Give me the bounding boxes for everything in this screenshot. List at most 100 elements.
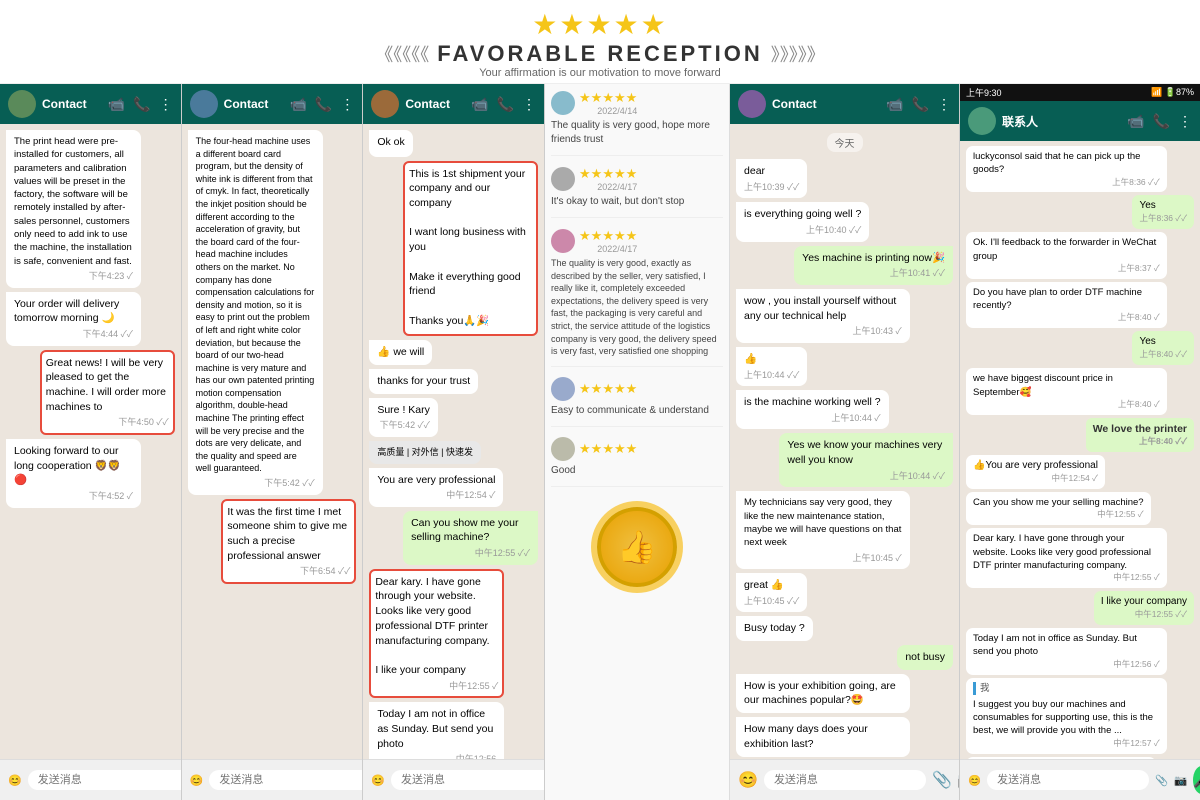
msg-text: Today I am not in office as Sunday. But … [377, 707, 496, 751]
main-title: FAVORABLE RECEPTION [437, 41, 763, 67]
chat-body-1: The print head were pre-installed for cu… [0, 124, 181, 759]
contact-name-3: Contact [405, 97, 465, 111]
msg-item: Can you show me your selling machine? 中午… [403, 511, 538, 565]
emoji-icon-right[interactable]: 😊 [968, 774, 981, 787]
msg-time: 中午12:56 ✓ [973, 659, 1160, 671]
msg-time: 上午8:40 ✓✓ [1139, 349, 1187, 361]
emoji-icon-center[interactable]: 😊 [738, 770, 758, 790]
thumbs-badge: 👍 [597, 507, 677, 587]
menu-icon-3[interactable]: ⋮ [522, 96, 536, 113]
review-item: ★★★★★ 2022/4/17 It's okay to wait, but d… [551, 166, 723, 218]
emoji-icon-3[interactable]: 😊 [371, 774, 385, 787]
menu-icon-r[interactable]: ⋮ [1178, 113, 1192, 130]
chat-input-bar-3: 😊 📎 📷 🎤 [363, 759, 544, 800]
center-chat-input-bar: 😊 📎 📷 🎤 [730, 759, 959, 800]
call-icon-r[interactable]: 📞 [1153, 113, 1170, 130]
message-input-3[interactable] [391, 770, 545, 790]
left-brackets: 《《《《《 [375, 41, 429, 67]
right-chat-body: luckyconsol said that he can pick up the… [960, 141, 1200, 759]
call-icon-c[interactable]: 📞 [912, 96, 929, 113]
msg-text: luckyconsol said that he can pick up the… [973, 150, 1160, 177]
right-contact-name: 联系人 [1002, 113, 1121, 130]
contact-name-2: Contact [224, 97, 284, 111]
msg-text: How many days does your exhibition last? [744, 722, 902, 751]
msg-text: Yes we know your machines very well you … [787, 438, 945, 467]
chat-header-2: Contact 📹 📞 ⋮ [182, 84, 363, 124]
call-icon-3[interactable]: 📞 [497, 96, 514, 113]
camera-icon-right[interactable]: 📷 [1174, 774, 1187, 787]
msg-text: Sure ! Kary [377, 403, 430, 418]
msg-time: 上午8:36 ✓✓ [973, 177, 1160, 189]
msg-text: we have biggest discount price in Septem… [973, 372, 1160, 399]
attach-icon-center[interactable]: 📎 [932, 770, 952, 790]
msg-text: Yes [1139, 335, 1187, 349]
message-input-center[interactable] [764, 770, 926, 790]
video-icon-r[interactable]: 📹 [1127, 113, 1144, 130]
review-avatar [551, 377, 575, 401]
status-icons: 📶 🔋87% [1151, 87, 1194, 98]
review-header: ★★★★★ [551, 437, 723, 461]
msg-time: 上午10:44 ✓ [744, 412, 881, 425]
msg-time: 中午12:55 ✓✓ [1101, 609, 1187, 621]
msg-item: Looking forward to our long cooperation … [6, 439, 141, 508]
chat-icons-2: 📹 📞 ⋮ [289, 96, 354, 113]
emoji-icon-2[interactable]: 😊 [190, 774, 204, 787]
chat-header-1: Contact 📹 📞 ⋮ [0, 84, 181, 124]
avatar-1 [8, 90, 36, 118]
chat-icons-1: 📹 📞 ⋮ [108, 96, 173, 113]
center-chat-header: Contact 📹 📞 ⋮ [730, 84, 959, 124]
msg-time: 中午12:56 [377, 753, 496, 759]
right-chat: 上午9:30 📶 🔋87% 联系人 📹 📞 ⋮ luckyconsol said… [960, 84, 1200, 800]
msg-time: 下午6:54 ✓✓ [227, 565, 350, 578]
video-icon-2[interactable]: 📹 [289, 96, 306, 113]
msg-text: 👍 [744, 352, 799, 367]
msg-item: My technicians say very good, they like … [736, 491, 910, 569]
msg-text: dear [744, 164, 799, 179]
message-input-1[interactable] [28, 770, 182, 790]
message-input-2[interactable] [209, 770, 363, 790]
msg-time: 上午8:36 ✓✓ [1139, 213, 1187, 225]
emoji-icon[interactable]: 😊 [8, 774, 22, 787]
review-date: 2022/4/17 [579, 182, 637, 192]
msg-text: The print head were pre-installed for cu… [14, 135, 133, 268]
msg-item: Ok ok [369, 130, 412, 157]
menu-icon-c[interactable]: ⋮ [937, 96, 951, 113]
msg-time: 上午8:37 ✓ [973, 263, 1160, 275]
video-icon-c[interactable]: 📹 [886, 96, 903, 113]
center-chat: Contact 📹 📞 ⋮ 今天 dear 上午10:39 ✓✓ is ever… [730, 84, 960, 800]
chat-input-bar-2: 😊 📎 📷 🎤 [182, 759, 363, 800]
attach-icon-right[interactable]: 📎 [1155, 774, 1168, 787]
msg-item: Ok. I'll feedback to the forwarder in We… [966, 232, 1167, 278]
msg-time: 上午10:45 ✓✓ [744, 595, 799, 608]
video-icon-3[interactable]: 📹 [471, 96, 488, 113]
chat-input-bar-1: 😊 📎 📷 🎤 [0, 759, 181, 800]
msg-item-highlighted: Great news! I will be very pleased to ge… [40, 350, 175, 435]
review-stars: ★★★★★ [579, 228, 637, 244]
avatar-right [968, 107, 996, 135]
send-button-right[interactable]: 🎤 [1193, 766, 1200, 794]
quote-text: 我 [973, 682, 1160, 695]
video-icon[interactable]: 📹 [108, 96, 125, 113]
status-time: 上午9:30 [966, 86, 1002, 99]
right-brackets: 》》》》》 [771, 41, 825, 67]
msg-item-highlighted: Dear kary. I have gone through your webs… [369, 569, 504, 698]
call-icon-2[interactable]: 📞 [315, 96, 332, 113]
msg-item: dear 上午10:39 ✓✓ [736, 159, 807, 198]
msg-time: 上午10:41 ✓✓ [802, 267, 945, 280]
msg-text: not busy [905, 650, 945, 665]
menu-icon-2[interactable]: ⋮ [340, 96, 354, 113]
chat-panel-2: Contact 📹 📞 ⋮ The four-head machine uses… [182, 84, 364, 800]
msg-text: Can you show me your selling machine? [411, 516, 530, 545]
msg-text: 👍 we will [377, 345, 424, 360]
menu-icon[interactable]: ⋮ [159, 96, 173, 113]
message-input-right[interactable] [987, 770, 1149, 790]
msg-item: Busy today ? [736, 616, 813, 641]
msg-item: 👍 上午10:44 ✓✓ [736, 347, 807, 386]
call-icon[interactable]: 📞 [133, 96, 150, 113]
center-chat-body: 今天 dear 上午10:39 ✓✓ is everything going w… [730, 124, 959, 759]
review-stars: ★★★★★ [579, 441, 637, 457]
msg-item-highlighted: This is 1st shipment your company and ou… [403, 161, 538, 337]
review-text: The quality is very good, exactly as des… [551, 257, 723, 358]
review-text: It's okay to wait, but don't stop [551, 195, 723, 209]
msg-text: Busy today ? [744, 621, 805, 636]
